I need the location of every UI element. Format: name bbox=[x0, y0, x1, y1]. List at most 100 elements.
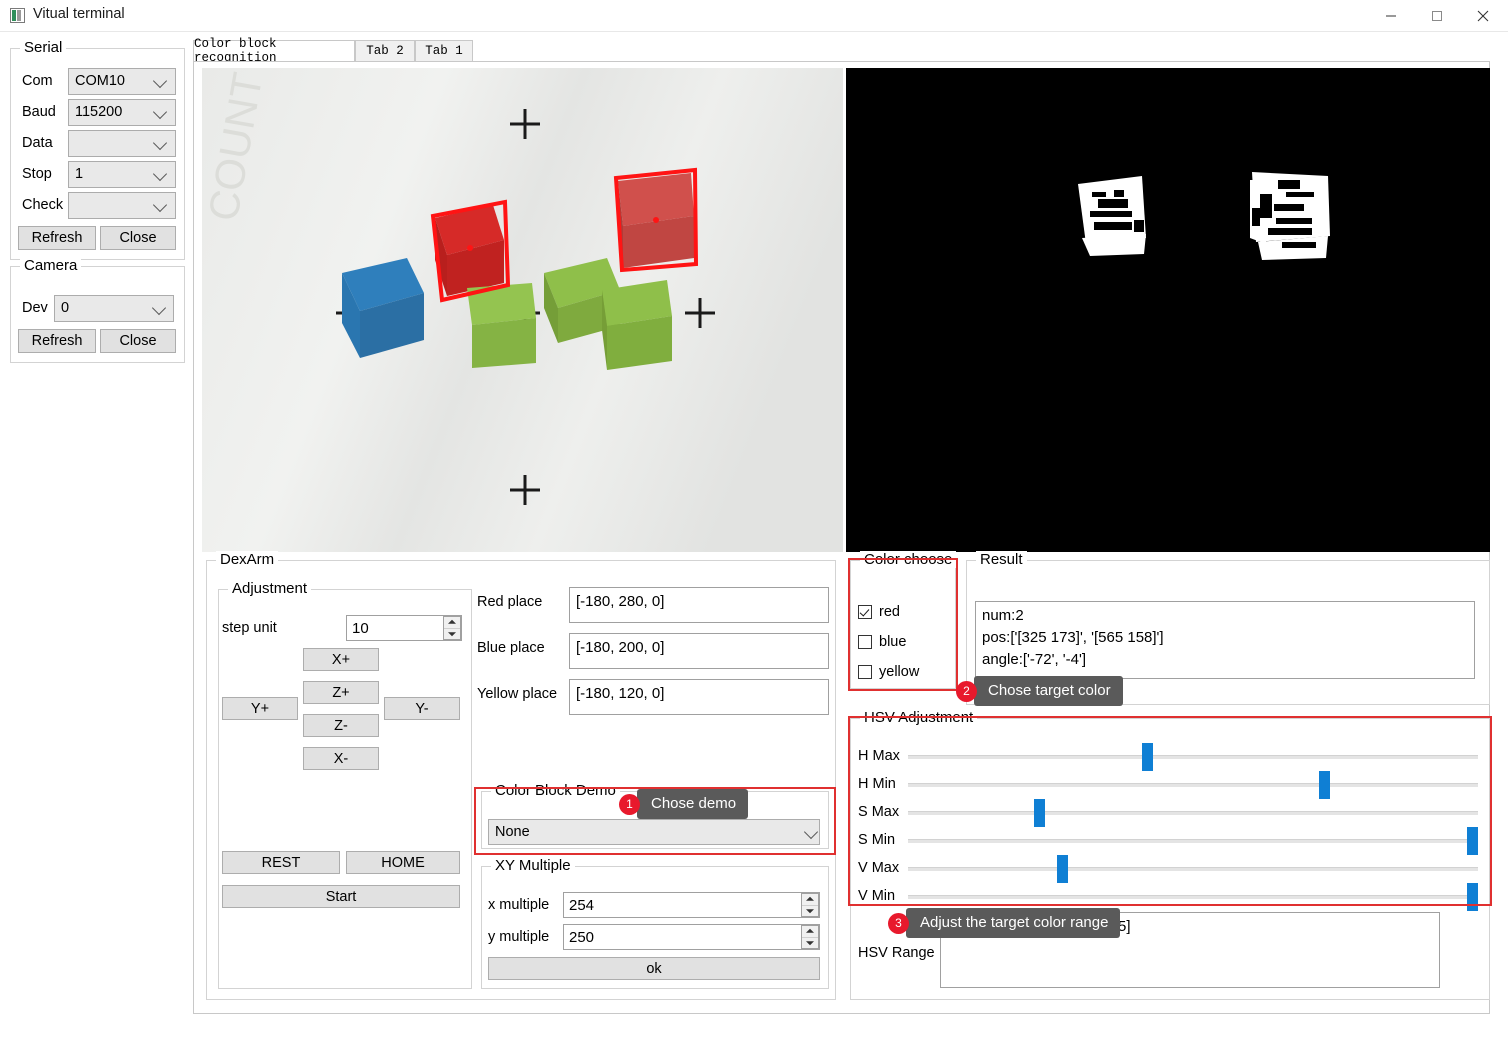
close-button[interactable] bbox=[1460, 0, 1506, 31]
jog-y-plus-button[interactable]: Y+ bbox=[222, 697, 298, 720]
slider-v-min-track[interactable] bbox=[908, 895, 1478, 899]
slider-v-max-track[interactable] bbox=[908, 867, 1478, 871]
binary-mask-image bbox=[846, 68, 1490, 552]
serial-group-label: Serial bbox=[20, 39, 67, 56]
red-place-label: Red place bbox=[477, 594, 543, 610]
slider-s-max-thumb[interactable] bbox=[1034, 799, 1046, 827]
maximize-icon bbox=[1432, 10, 1442, 21]
s-min-label: S Min bbox=[858, 832, 896, 848]
color-block-demo-select[interactable]: None bbox=[488, 819, 820, 845]
data-label: Data bbox=[22, 135, 53, 151]
checkbox-yellow-label: yellow bbox=[879, 664, 920, 680]
x-multiple-increment[interactable] bbox=[802, 894, 818, 906]
binary-mask-preview[interactable] bbox=[846, 68, 1490, 552]
com-select-value: COM10 bbox=[75, 73, 125, 89]
color-block-demo-value: None bbox=[495, 824, 530, 840]
dexarm-group-label: DexArm bbox=[216, 551, 279, 568]
checkbox-red-box[interactable] bbox=[858, 605, 872, 619]
tab-2[interactable]: Tab 2 bbox=[355, 40, 415, 62]
checkbox-blue-label: blue bbox=[879, 634, 907, 650]
step-unit-decrement[interactable] bbox=[444, 628, 460, 639]
step-unit-stepper[interactable] bbox=[443, 616, 461, 640]
data-select[interactable] bbox=[68, 130, 176, 157]
x-multiple-input[interactable] bbox=[563, 892, 820, 918]
h-max-label: H Max bbox=[858, 748, 900, 764]
tab-color-block-recognition[interactable]: Color block recognition bbox=[193, 37, 355, 65]
v-min-label: V Min bbox=[858, 888, 896, 904]
y-multiple-label: y multiple bbox=[488, 929, 550, 945]
slider-s-min-track[interactable] bbox=[908, 839, 1478, 843]
callout-2-badge: 2 bbox=[956, 680, 977, 702]
camera-preview[interactable]: COUNT bbox=[202, 68, 843, 552]
dev-select[interactable]: 0 bbox=[54, 295, 174, 322]
x-multiple-decrement[interactable] bbox=[802, 905, 818, 916]
stop-label: Stop bbox=[22, 166, 52, 182]
x-multiple-stepper[interactable] bbox=[801, 893, 819, 917]
hsv-range-label: HSV Range bbox=[858, 945, 935, 961]
app-icon bbox=[10, 8, 25, 23]
jog-z-minus-button[interactable]: Z- bbox=[303, 714, 379, 737]
camera-refresh-button[interactable]: Refresh bbox=[18, 329, 96, 353]
result-textbox[interactable]: num:2 pos:['[325 173]', '[565 158]'] ang… bbox=[975, 601, 1475, 679]
check-select[interactable] bbox=[68, 192, 176, 219]
checkbox-yellow-box[interactable] bbox=[858, 665, 872, 679]
stop-select[interactable]: 1 bbox=[68, 161, 176, 188]
y-multiple-stepper[interactable] bbox=[801, 925, 819, 949]
slider-v-max-thumb[interactable] bbox=[1056, 855, 1068, 883]
tab-1[interactable]: Tab 1 bbox=[415, 40, 473, 62]
slider-s-min-thumb[interactable] bbox=[1467, 827, 1479, 855]
slider-v-min-thumb[interactable] bbox=[1467, 883, 1479, 911]
home-button[interactable]: HOME bbox=[346, 851, 460, 874]
callout-1: 1 Chose demo bbox=[619, 789, 749, 819]
camera-close-button[interactable]: Close bbox=[100, 329, 176, 353]
baud-label: Baud bbox=[22, 104, 56, 120]
checkbox-red[interactable]: red bbox=[858, 604, 900, 620]
check-label: Check bbox=[22, 197, 64, 213]
maximize-button[interactable] bbox=[1414, 0, 1460, 31]
ok-button[interactable]: ok bbox=[488, 957, 820, 980]
minimize-icon bbox=[1386, 15, 1396, 16]
jog-x-minus-button[interactable]: X- bbox=[303, 747, 379, 770]
com-select[interactable]: COM10 bbox=[68, 68, 176, 95]
app-window: Vitual terminal Serial Com COM10 Baud 11… bbox=[0, 0, 1508, 1046]
step-unit-label: step unit bbox=[222, 620, 277, 636]
rest-button[interactable]: REST bbox=[222, 851, 340, 874]
camera-group-label: Camera bbox=[20, 257, 82, 274]
checkbox-yellow[interactable]: yellow bbox=[858, 664, 919, 680]
adjustment-group-label: Adjustment bbox=[228, 580, 312, 597]
jog-z-plus-button[interactable]: Z+ bbox=[303, 681, 379, 704]
detection-center-1 bbox=[467, 245, 473, 251]
y-multiple-increment[interactable] bbox=[802, 926, 818, 938]
checkbox-blue-box[interactable] bbox=[858, 635, 872, 649]
slider-h-max-thumb[interactable] bbox=[1142, 743, 1154, 771]
tab-strip: Color block recognition Tab 2 Tab 1 bbox=[193, 37, 1490, 65]
red-place-input[interactable]: [-180, 280, 0] bbox=[569, 587, 829, 623]
callout-3: 3 Adjust the target color range bbox=[888, 908, 1121, 938]
com-label: Com bbox=[22, 73, 53, 89]
y-multiple-decrement[interactable] bbox=[802, 937, 818, 948]
slider-h-min-thumb[interactable] bbox=[1319, 771, 1331, 799]
step-unit-increment[interactable] bbox=[444, 617, 460, 629]
baud-select[interactable]: 115200 bbox=[68, 99, 176, 126]
yellow-place-input[interactable]: [-180, 120, 0] bbox=[569, 679, 829, 715]
slider-s-max[interactable] bbox=[908, 799, 1478, 827]
slider-h-max-track[interactable] bbox=[908, 755, 1478, 759]
serial-close-button[interactable]: Close bbox=[100, 226, 176, 250]
slider-v-max[interactable] bbox=[908, 855, 1478, 883]
serial-refresh-button[interactable]: Refresh bbox=[18, 226, 96, 250]
minimize-button[interactable] bbox=[1368, 0, 1414, 31]
slider-h-min[interactable] bbox=[908, 771, 1478, 799]
blue-place-input[interactable]: [-180, 200, 0] bbox=[569, 633, 829, 669]
jog-y-minus-button[interactable]: Y- bbox=[384, 697, 460, 720]
y-multiple-input[interactable] bbox=[563, 924, 820, 950]
slider-h-max[interactable] bbox=[908, 743, 1478, 771]
slider-s-max-track[interactable] bbox=[908, 811, 1478, 815]
v-max-label: V Max bbox=[858, 860, 900, 876]
checkbox-blue[interactable]: blue bbox=[858, 634, 906, 650]
slider-h-min-track[interactable] bbox=[908, 783, 1478, 787]
start-button[interactable]: Start bbox=[222, 885, 460, 908]
slider-s-min[interactable] bbox=[908, 827, 1479, 855]
slider-v-min[interactable] bbox=[908, 883, 1479, 911]
jog-x-plus-button[interactable]: X+ bbox=[303, 648, 379, 671]
hsv-adjustment-label: HSV Adjustment bbox=[860, 709, 978, 726]
